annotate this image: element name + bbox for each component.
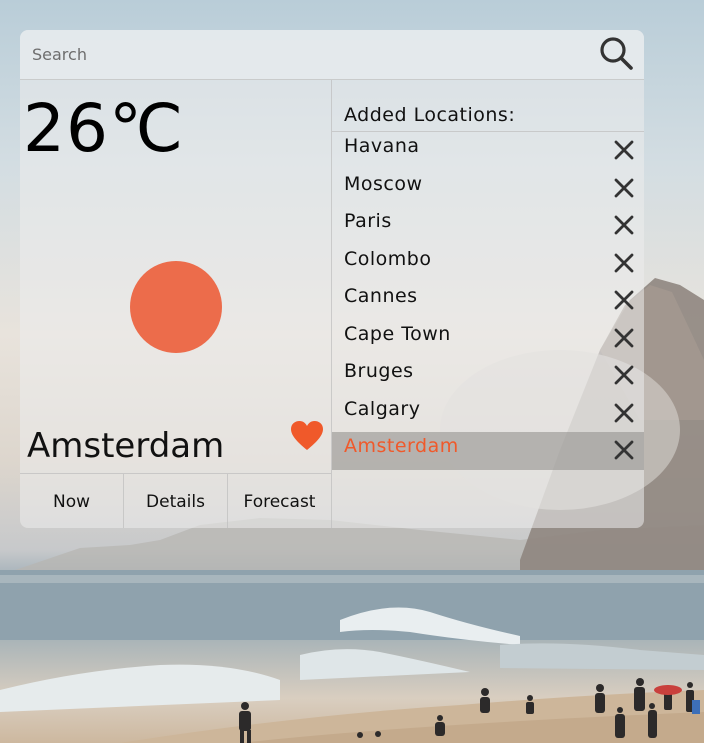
view-tabs: Now Details Forecast xyxy=(20,473,331,528)
search-bar xyxy=(20,30,644,80)
location-name: Cannes xyxy=(344,285,418,307)
location-item-moscow[interactable]: Moscow xyxy=(332,170,644,208)
location-name: Havana xyxy=(344,135,420,157)
location-name: Amsterdam xyxy=(344,435,459,457)
location-name: Cape Town xyxy=(344,322,451,345)
close-icon[interactable] xyxy=(613,177,635,199)
location-item-calgary[interactable]: Calgary xyxy=(332,395,644,433)
close-icon[interactable] xyxy=(613,214,635,236)
locations-header: Added Locations: xyxy=(344,104,516,126)
close-icon[interactable] xyxy=(613,327,635,349)
location-item-paris[interactable]: Paris xyxy=(332,207,644,245)
location-item-amsterdam[interactable]: Amsterdam xyxy=(332,432,644,470)
current-weather-panel: 26℃ Amsterdam Now Details Forecast xyxy=(20,80,332,528)
city-name: Amsterdam xyxy=(27,426,225,466)
location-item-cannes[interactable]: Cannes xyxy=(332,282,644,320)
location-name: Bruges xyxy=(344,360,414,382)
temperature-readout: 26℃ xyxy=(23,90,185,167)
tab-details[interactable]: Details xyxy=(124,474,228,528)
locations-panel: Added Locations: Havana Moscow Paris Col… xyxy=(332,80,644,528)
location-name: Calgary xyxy=(344,397,421,420)
weather-widget: 26℃ Amsterdam Now Details Forecast Added… xyxy=(20,30,644,528)
tab-now[interactable]: Now xyxy=(20,474,124,528)
close-icon[interactable] xyxy=(613,289,635,311)
search-icon[interactable] xyxy=(598,34,636,72)
location-name: Colombo xyxy=(344,247,432,270)
search-input[interactable] xyxy=(28,39,596,69)
location-item-bruges[interactable]: Bruges xyxy=(332,357,644,395)
close-icon[interactable] xyxy=(613,252,635,274)
location-name: Moscow xyxy=(344,172,423,195)
location-item-cape-town[interactable]: Cape Town xyxy=(332,320,644,358)
close-icon[interactable] xyxy=(613,139,635,161)
location-item-colombo[interactable]: Colombo xyxy=(332,245,644,283)
location-item-havana[interactable]: Havana xyxy=(332,132,644,170)
close-icon[interactable] xyxy=(613,439,635,461)
close-icon[interactable] xyxy=(613,364,635,386)
tab-forecast[interactable]: Forecast xyxy=(228,474,331,528)
heart-icon[interactable] xyxy=(290,420,324,452)
sun-icon xyxy=(130,261,222,353)
location-list: Havana Moscow Paris Colombo Cannes Cape … xyxy=(332,132,644,470)
close-icon[interactable] xyxy=(613,402,635,424)
location-name: Paris xyxy=(344,210,392,232)
